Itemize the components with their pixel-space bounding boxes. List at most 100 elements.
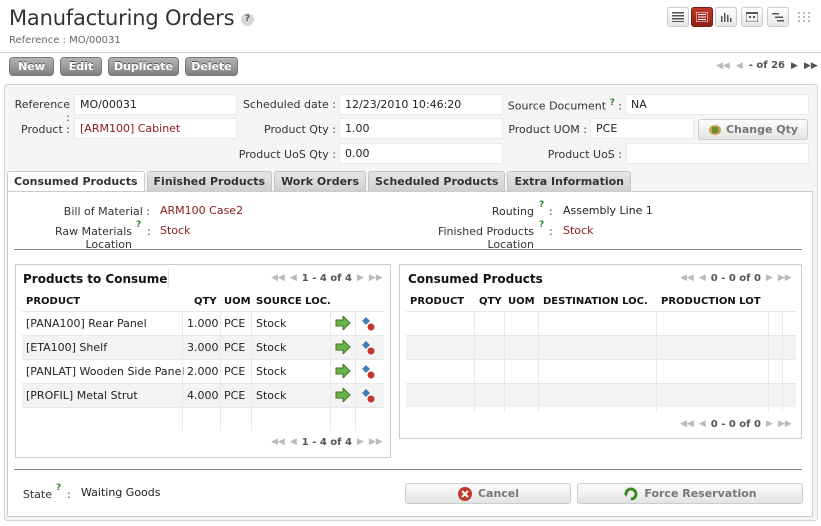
tab-consumed-products[interactable]: Consumed Products — [7, 171, 145, 192]
finished-products-location-field[interactable]: Stock — [558, 221, 804, 242]
product-uom-field[interactable]: PCE — [590, 118, 694, 139]
prev-page-icon[interactable]: ◀ — [290, 273, 297, 284]
product-uom-label: Product UOM : — [508, 123, 587, 136]
location-cell: Stock — [256, 317, 287, 330]
table-row-empty — [406, 383, 796, 407]
product-uos-qty-field[interactable]: 0.00 — [339, 143, 503, 164]
new-button[interactable]: New — [9, 57, 54, 76]
location-cell: Stock — [256, 389, 287, 402]
bar-chart-icon — [721, 13, 732, 22]
consume-arrow-icon[interactable] — [335, 388, 351, 402]
help-icon[interactable]: ? — [539, 200, 544, 210]
next-page-icon[interactable]: ▶ — [357, 437, 364, 448]
help-icon[interactable]: ? — [56, 483, 61, 493]
location-cell: Stock — [256, 341, 287, 354]
product-uos-field[interactable] — [626, 143, 809, 164]
consume-arrow-icon[interactable] — [335, 364, 351, 378]
cancel-label: Cancel — [477, 487, 520, 500]
notebook-tabs: Consumed Products Finished Products Work… — [7, 171, 632, 192]
table-row-empty — [406, 311, 796, 335]
help-icon[interactable]: ? — [240, 12, 254, 26]
cancel-button[interactable]: Cancel — [405, 483, 571, 504]
next-page-icon[interactable]: ▶ — [791, 61, 798, 71]
grid-icon — [798, 12, 810, 22]
qty-cell: 3.000 — [187, 341, 219, 354]
scheduled-date-field[interactable]: 12/23/2010 10:46:20 — [339, 94, 503, 115]
help-icon[interactable]: ? — [136, 220, 141, 230]
first-page-icon[interactable]: ◀◀ — [271, 437, 285, 448]
tab-finished-products[interactable]: Finished Products — [146, 171, 273, 191]
state-field: Waiting Goods — [76, 483, 394, 504]
help-icon[interactable]: ? — [610, 98, 615, 108]
change-qty-button[interactable]: Change Qty — [698, 119, 808, 140]
next-page-icon[interactable]: ▶ — [766, 273, 773, 284]
last-page-icon[interactable]: ▶▶ — [778, 273, 792, 284]
force-reservation-button[interactable]: Force Reservation — [577, 483, 803, 504]
bom-field[interactable]: ARM100 Case2 — [155, 201, 393, 222]
first-page-icon[interactable]: ◀◀ — [680, 273, 694, 284]
source-document-field[interactable]: NA — [625, 94, 809, 115]
pager-count: - of 26 — [748, 60, 786, 71]
page-title: Manufacturing Orders ? — [9, 6, 254, 30]
products-to-consume-panel: Products to Consume ◀◀ ◀ 1 - 4 of 4 ▶ ▶▶ P… — [15, 264, 391, 458]
form-icon — [696, 12, 708, 22]
routing-field[interactable]: Assembly Line 1 — [558, 201, 804, 222]
last-page-icon[interactable]: ▶▶ — [778, 419, 792, 430]
column-header-source-loc: SOURCE LOC. — [256, 296, 331, 307]
table-row-empty — [406, 359, 796, 383]
raw-materials-location-field[interactable]: Stock — [155, 221, 393, 242]
prev-page-icon[interactable]: ◀ — [290, 437, 297, 448]
force-reservation-label: Force Reservation — [644, 487, 757, 500]
change-qty-icon — [708, 124, 721, 135]
state-label: State — [22, 488, 52, 501]
form-view-button[interactable] — [691, 7, 713, 27]
consume-pager-bottom: ◀◀ ◀ 1 - 4 of 4 ▶ ▶▶ — [271, 437, 383, 448]
consumed-pager-top: ◀◀ ◀ 0 - 0 of 0 ▶ ▶▶ — [680, 273, 792, 284]
calendar-view-button[interactable] — [741, 7, 763, 27]
reference-field[interactable]: MO/00031 — [74, 94, 237, 115]
product-uos-label: Product UoS : — [547, 148, 622, 161]
first-page-icon[interactable]: ◀◀ — [716, 61, 730, 71]
consume-arrow-icon[interactable] — [335, 316, 351, 330]
column-header-destination-loc: DESTINATION LOC. — [543, 296, 648, 307]
reference-label: Reference : — [14, 98, 70, 124]
consumed-products-panel: Consumed Products ◀◀ ◀ 0 - 0 of 0 ▶ ▶▶ PRO… — [399, 264, 802, 439]
first-page-icon[interactable]: ◀◀ — [680, 419, 694, 430]
consume-pager-top: ◀◀ ◀ 1 - 4 of 4 ▶ ▶▶ — [271, 273, 383, 284]
next-page-icon[interactable]: ▶ — [766, 419, 773, 430]
first-page-icon[interactable]: ◀◀ — [271, 273, 285, 284]
help-icon[interactable]: ? — [539, 220, 544, 230]
next-page-icon[interactable]: ▶ — [357, 273, 364, 284]
scrap-icon[interactable] — [360, 339, 376, 355]
force-reservation-icon — [624, 487, 638, 500]
prev-page-icon[interactable]: ◀ — [699, 419, 706, 430]
tab-scheduled-products[interactable]: Scheduled Products — [368, 171, 506, 191]
header-divider — [0, 52, 821, 53]
product-field[interactable]: [ARM100] Cabinet — [74, 118, 237, 139]
scrap-icon[interactable] — [360, 363, 376, 379]
tab-work-orders[interactable]: Work Orders — [274, 171, 367, 191]
qty-cell: 2.000 — [187, 365, 219, 378]
tab-extra-information[interactable]: Extra Information — [507, 171, 632, 191]
diagram-view-button[interactable] — [793, 7, 815, 27]
last-page-icon[interactable]: ▶▶ — [369, 437, 383, 448]
products-to-consume-title: Products to Consume — [23, 272, 168, 286]
edit-button[interactable]: Edit — [60, 57, 102, 76]
prev-page-icon[interactable]: ◀ — [699, 273, 706, 284]
column-header-uom: UOM — [508, 296, 535, 307]
list-view-button[interactable] — [667, 7, 689, 27]
graph-view-button[interactable] — [715, 7, 737, 27]
duplicate-button[interactable]: Duplicate — [108, 57, 179, 76]
last-page-icon[interactable]: ▶▶ — [369, 273, 383, 284]
consume-arrow-icon[interactable] — [335, 340, 351, 354]
consumed-products-table: PRODUCT QTY UOM DESTINATION LOC. PRODUCT… — [406, 293, 796, 413]
scrap-icon[interactable] — [360, 387, 376, 403]
gantt-view-button[interactable] — [767, 7, 789, 27]
consumed-products-title: Consumed Products — [408, 272, 543, 286]
location-cell: Stock — [256, 365, 287, 378]
product-qty-field[interactable]: 1.00 — [339, 118, 503, 139]
delete-button[interactable]: Delete — [185, 57, 238, 76]
last-page-icon[interactable]: ▶▶ — [804, 61, 818, 71]
scrap-icon[interactable] — [360, 315, 376, 331]
prev-page-icon[interactable]: ◀ — [736, 61, 743, 71]
